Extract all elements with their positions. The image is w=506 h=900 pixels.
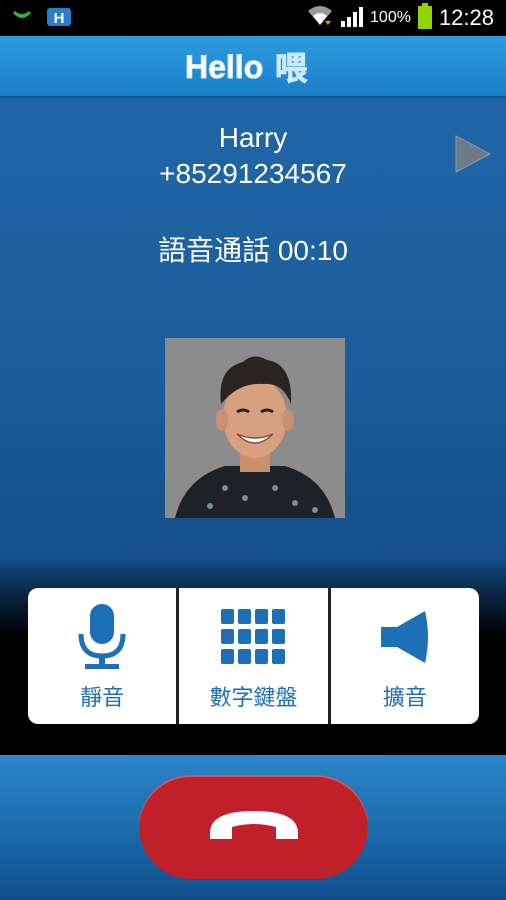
signal-icon: [340, 4, 364, 33]
contact-photo: [165, 338, 345, 518]
end-call-button[interactable]: [139, 775, 368, 879]
app-logo: Hello 喂: [0, 47, 506, 92]
wifi-icon: [306, 3, 334, 34]
app-notification-icon: H: [46, 6, 72, 33]
battery-percentage: 100%: [370, 9, 411, 26]
clock: 12:28: [438, 5, 494, 30]
keypad-icon: [221, 602, 286, 672]
mute-button[interactable]: 靜音: [28, 588, 177, 724]
call-info-area: Harry +85291234567 語音通話 00:10: [0, 98, 506, 596]
microphone-icon: [75, 602, 129, 672]
end-call-icon: [206, 805, 302, 850]
phone-number: +85291234567: [159, 158, 347, 189]
call-notification-icon: [10, 7, 34, 32]
status-bar: H 100% 12:28: [0, 0, 506, 36]
mute-label: 靜音: [80, 685, 125, 710]
speaker-button[interactable]: 擴音: [327, 588, 479, 724]
contact-name: Harry: [218, 122, 288, 153]
keypad-button[interactable]: 數字鍵盤: [176, 588, 328, 724]
play-icon[interactable]: [452, 134, 492, 174]
speaker-label: 擴音: [382, 685, 427, 710]
svg-text:Hello: Hello: [185, 49, 263, 85]
app-header: Hello 喂: [0, 36, 506, 98]
keypad-label: 數字鍵盤: [209, 685, 298, 710]
battery-icon: [417, 2, 433, 35]
svg-text:H: H: [54, 10, 65, 27]
speaker-icon: [379, 602, 431, 672]
call-status: 語音通話 00:10: [158, 235, 348, 266]
call-controls: 靜音 數字鍵盤 擴音: [28, 588, 479, 724]
svg-text:喂: 喂: [275, 49, 308, 87]
